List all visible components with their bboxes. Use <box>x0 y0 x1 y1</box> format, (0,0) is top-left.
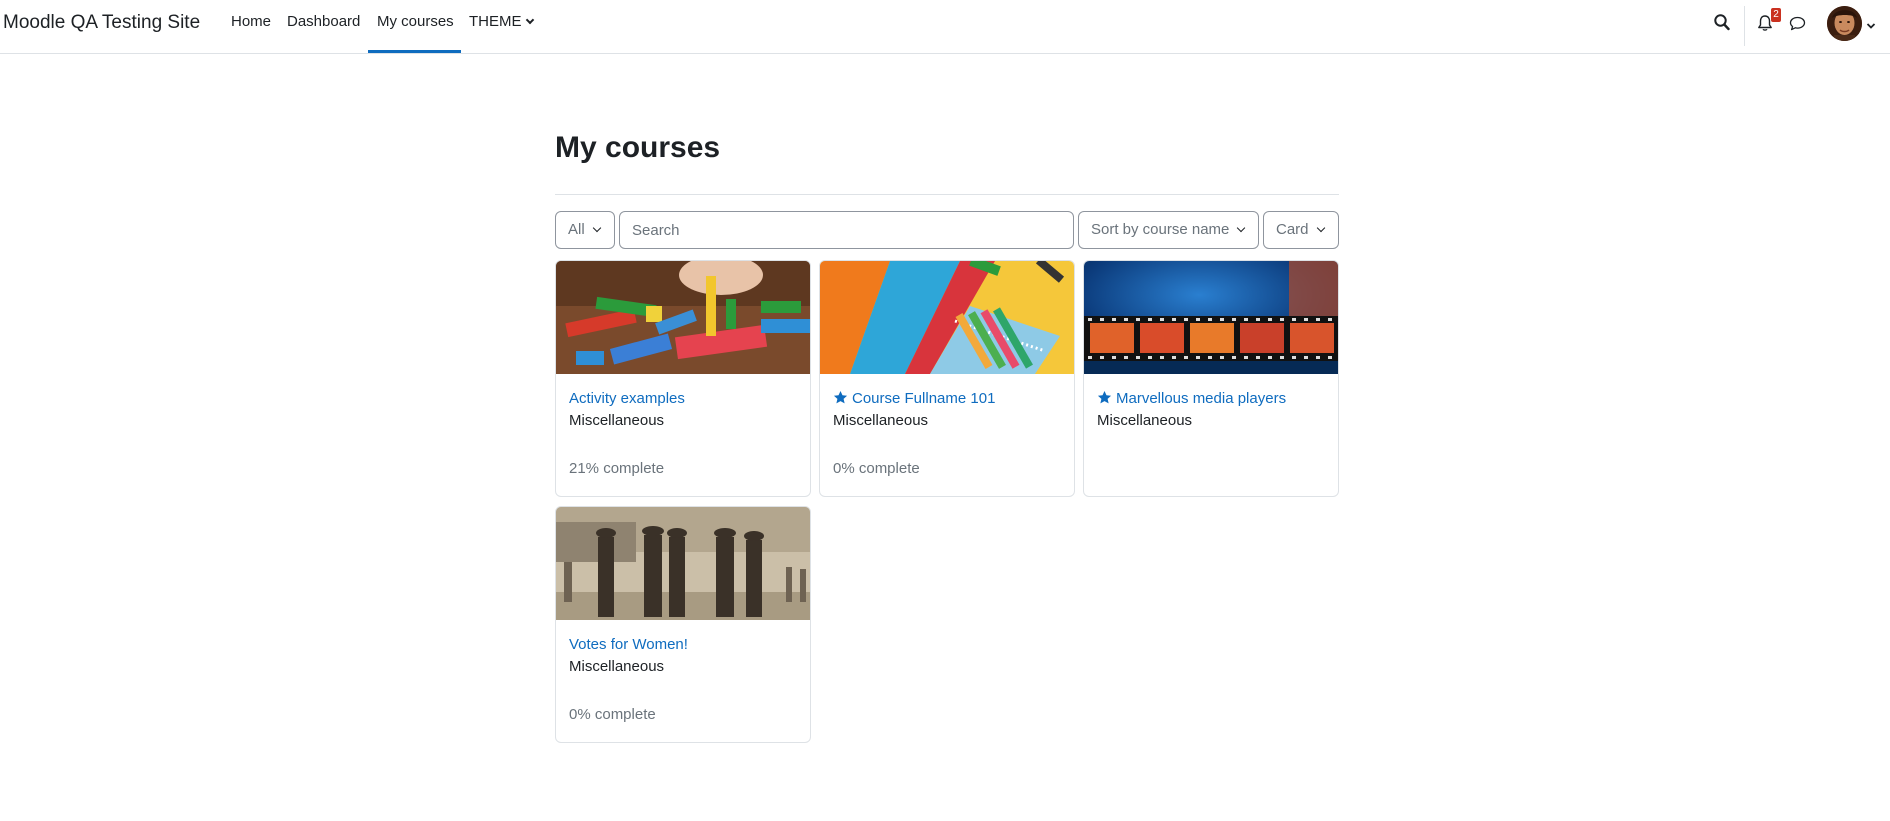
chevron-down-icon <box>1237 223 1246 233</box>
view-mode-dropdown[interactable]: Card <box>1263 211 1339 249</box>
course-card: Course Fullname 101 Miscellaneous 0% com… <box>819 260 1075 497</box>
course-card: Activity examples Miscellaneous 21% comp… <box>555 260 811 497</box>
course-link[interactable]: Votes for Women! <box>569 636 688 654</box>
course-search-input[interactable] <box>619 211 1074 249</box>
nav-my-courses[interactable]: My courses <box>377 13 454 31</box>
nav-theme-label: THEME <box>469 13 522 30</box>
star-icon <box>833 390 848 404</box>
navbar-divider <box>1744 6 1745 46</box>
course-link[interactable]: Course Fullname 101 <box>833 390 995 408</box>
search-icon[interactable] <box>1714 14 1730 35</box>
course-progress: 0% complete <box>569 706 656 723</box>
chat-bubble-icon[interactable] <box>1789 16 1806 35</box>
view-mode-dropdown-value: Card <box>1276 221 1309 238</box>
nav-theme-menu[interactable]: THEME <box>469 13 534 31</box>
course-progress: 0% complete <box>833 460 920 477</box>
site-name-link[interactable]: Moodle QA Testing Site <box>3 12 200 34</box>
course-card: Votes for Women! Miscellaneous 0% comple… <box>555 506 811 743</box>
chevron-down-icon <box>1316 223 1325 233</box>
course-link-label: Course Fullname 101 <box>852 390 996 407</box>
sort-dropdown-value: Sort by course name <box>1091 221 1230 238</box>
nav-home[interactable]: Home <box>231 13 271 31</box>
active-nav-indicator <box>368 50 461 53</box>
user-menu-chevron-icon[interactable] <box>1866 17 1876 34</box>
chevron-down-icon <box>525 15 534 25</box>
chevron-down-icon <box>592 223 601 233</box>
sort-dropdown[interactable]: Sort by course name <box>1078 211 1259 249</box>
course-image[interactable] <box>820 261 1074 374</box>
course-progress: 21% complete <box>569 460 665 477</box>
course-image[interactable] <box>556 261 810 374</box>
course-card: Marvellous media players Miscellaneous <box>1083 260 1339 497</box>
header-divider <box>555 194 1339 195</box>
course-link-label: Marvellous media players <box>1116 390 1287 407</box>
course-link[interactable]: Marvellous media players <box>1097 390 1286 408</box>
course-image[interactable] <box>556 507 810 620</box>
course-category: Miscellaneous <box>569 412 665 429</box>
grouping-dropdown[interactable]: All <box>555 211 615 249</box>
grouping-dropdown-value: All <box>568 221 585 238</box>
notification-count-badge: 2 <box>1771 8 1781 22</box>
nav-dashboard[interactable]: Dashboard <box>287 13 360 31</box>
course-category: Miscellaneous <box>833 412 929 429</box>
course-link[interactable]: Activity examples <box>569 390 685 408</box>
page-title: My courses <box>555 131 721 164</box>
course-image[interactable] <box>1084 261 1338 374</box>
course-category: Miscellaneous <box>1097 412 1193 429</box>
top-navbar: Moodle QA Testing Site Home Dashboard My… <box>0 0 1890 54</box>
avatar[interactable] <box>1827 6 1862 41</box>
star-icon <box>1097 390 1112 404</box>
course-category: Miscellaneous <box>569 658 665 675</box>
